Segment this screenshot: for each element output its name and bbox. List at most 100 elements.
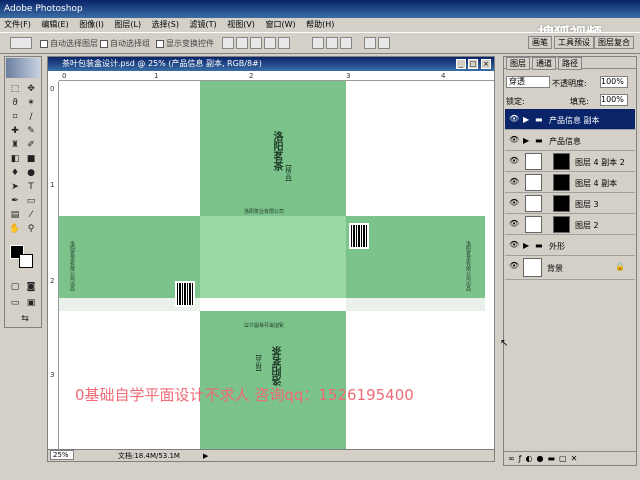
path-select-icon[interactable]: ➤ bbox=[8, 181, 22, 194]
eye-icon[interactable]: 👁 bbox=[509, 261, 519, 271]
tab-layers[interactable]: 图层 bbox=[506, 57, 530, 70]
menu-filter[interactable]: 滤镜(T) bbox=[186, 18, 221, 32]
distribute-bottom-icon[interactable] bbox=[340, 37, 352, 49]
dodge-tool-icon[interactable]: ● bbox=[24, 167, 38, 180]
fill-field[interactable]: 100% bbox=[600, 94, 628, 106]
jump-to-imageready-icon[interactable]: ⇆ bbox=[15, 313, 35, 326]
clone-stamp-icon[interactable]: ♜ bbox=[8, 139, 22, 152]
layer-row[interactable]: 👁 图层 4 副本 2 bbox=[505, 151, 635, 172]
align-vcenter-icon[interactable] bbox=[236, 37, 248, 49]
maximize-icon[interactable]: □ bbox=[468, 59, 478, 69]
layer-mask-thumbnail[interactable] bbox=[553, 195, 570, 212]
auto-select-group-checkbox[interactable] bbox=[100, 39, 108, 48]
align-left-icon[interactable] bbox=[264, 37, 276, 49]
menu-select[interactable]: 选择(S) bbox=[148, 18, 183, 32]
menu-help[interactable]: 帮助(H) bbox=[302, 18, 338, 32]
move-tool-preset-picker[interactable] bbox=[10, 37, 32, 49]
eye-icon[interactable]: 👁 bbox=[509, 240, 519, 250]
move-tool-icon[interactable]: ✥ bbox=[24, 83, 38, 96]
new-layer-icon[interactable]: ▢ bbox=[559, 454, 571, 463]
layer-mask-thumbnail[interactable] bbox=[553, 153, 570, 170]
healing-brush-icon[interactable]: ✚ bbox=[8, 125, 22, 138]
gradient-icon[interactable]: ■ bbox=[24, 153, 38, 166]
menu-layer[interactable]: 图层(L) bbox=[110, 18, 145, 32]
tab-channels[interactable]: 通道 bbox=[532, 57, 556, 70]
layer-row[interactable]: 👁 ▶ ▬ 产品信息 bbox=[505, 130, 635, 151]
notes-tool-icon[interactable]: ▤ bbox=[8, 209, 22, 222]
link-layers-icon[interactable]: ∞ bbox=[508, 454, 519, 463]
align-bottom-icon[interactable] bbox=[250, 37, 262, 49]
layer-row[interactable]: 👁 ▶ ▬ 产品信息 副本 bbox=[505, 109, 635, 130]
crop-tool-icon[interactable]: ⌗ bbox=[8, 111, 22, 124]
new-group-icon[interactable]: ▬ bbox=[547, 454, 559, 463]
quick-mask-icon[interactable]: ◙ bbox=[24, 281, 38, 294]
brush-tool-icon[interactable]: ✎ bbox=[24, 125, 38, 138]
opacity-field[interactable]: 100% bbox=[600, 76, 628, 88]
status-menu-arrow-icon[interactable]: ▶ bbox=[203, 450, 208, 462]
screen-mode-standard-icon[interactable]: ▭ bbox=[8, 297, 22, 310]
layer-row[interactable]: 👁 图层 4 副本 bbox=[505, 172, 635, 193]
layer-row[interactable]: 👁 图层 2 bbox=[505, 214, 635, 235]
eye-icon[interactable]: 👁 bbox=[509, 177, 519, 187]
type-tool-icon[interactable]: T bbox=[24, 181, 38, 194]
menu-window[interactable]: 窗口(W) bbox=[261, 18, 299, 32]
group-arrow-icon[interactable]: ▶ bbox=[523, 136, 529, 145]
tab-layer-comps[interactable]: 图层复合 bbox=[594, 36, 634, 49]
group-arrow-icon[interactable]: ▶ bbox=[523, 115, 529, 124]
eye-icon[interactable]: 👁 bbox=[509, 135, 519, 145]
layer-mask-thumbnail[interactable] bbox=[553, 216, 570, 233]
tab-tool-presets[interactable]: 工具预设 bbox=[554, 36, 594, 49]
tab-paths[interactable]: 路径 bbox=[558, 57, 582, 70]
blur-tool-icon[interactable]: ♦ bbox=[8, 167, 22, 180]
close-icon[interactable]: × bbox=[481, 59, 491, 69]
hand-tool-icon[interactable]: ✋ bbox=[8, 223, 22, 236]
distribute-top-icon[interactable] bbox=[312, 37, 324, 49]
menu-image[interactable]: 图像(I) bbox=[75, 18, 108, 32]
eraser-icon[interactable]: ◧ bbox=[8, 153, 22, 166]
menu-edit[interactable]: 编辑(E) bbox=[37, 18, 72, 32]
distribute-right-icon[interactable] bbox=[378, 37, 390, 49]
lasso-tool-icon[interactable]: ϑ bbox=[8, 97, 22, 110]
auto-select-group-option[interactable]: 自动选择组 bbox=[100, 38, 150, 49]
zoom-tool-icon[interactable]: ⚲ bbox=[24, 223, 38, 236]
show-bounds-checkbox[interactable] bbox=[156, 39, 164, 48]
tab-brushes[interactable]: 画笔 bbox=[528, 36, 552, 49]
zoom-level[interactable]: 25% bbox=[50, 450, 74, 460]
adjustment-layer-icon[interactable]: ● bbox=[536, 454, 547, 463]
show-bounds-option[interactable]: 显示变换控件 bbox=[156, 38, 214, 49]
minimize-icon[interactable]: _ bbox=[456, 59, 466, 69]
pen-tool-icon[interactable]: ✒ bbox=[8, 195, 22, 208]
distribute-left-icon[interactable] bbox=[364, 37, 376, 49]
auto-select-layer-option[interactable]: 自动选择图层 bbox=[40, 38, 98, 49]
menu-file[interactable]: 文件(F) bbox=[0, 18, 35, 32]
eye-icon[interactable]: 👁 bbox=[509, 219, 519, 229]
doc-size[interactable]: 文档:18.4M/53.1M bbox=[118, 450, 180, 462]
layer-mask-thumbnail[interactable] bbox=[553, 174, 570, 191]
blend-mode-select[interactable]: 穿透 bbox=[506, 76, 550, 88]
auto-select-layer-checkbox[interactable] bbox=[40, 39, 48, 48]
menu-view[interactable]: 视图(V) bbox=[223, 18, 259, 32]
slice-tool-icon[interactable]: ∕ bbox=[24, 111, 38, 124]
layer-row[interactable]: 👁 ▶ ▬ 外形 bbox=[505, 235, 635, 256]
layer-row[interactable]: 👁 图层 3 bbox=[505, 193, 635, 214]
layer-row[interactable]: 👁 背景 🔒 bbox=[505, 256, 635, 280]
magic-wand-icon[interactable]: ✶ bbox=[24, 97, 38, 110]
eyedropper-icon[interactable]: ⁄ bbox=[24, 209, 38, 222]
document-title: 茶叶包装盒设计.psd @ 25% (产品信息 副本, RGB/8#) bbox=[62, 59, 262, 68]
group-arrow-icon[interactable]: ▶ bbox=[523, 241, 529, 250]
add-mask-icon[interactable]: ◐ bbox=[526, 454, 537, 463]
delete-layer-icon[interactable]: ✕ bbox=[571, 454, 582, 463]
shape-tool-icon[interactable]: ▭ bbox=[24, 195, 38, 208]
eye-icon[interactable]: 👁 bbox=[509, 156, 519, 166]
eye-icon[interactable]: 👁 bbox=[509, 198, 519, 208]
screen-mode-full-icon[interactable]: ▣ bbox=[24, 297, 38, 310]
eye-icon[interactable]: 👁 bbox=[509, 114, 519, 124]
align-top-icon[interactable] bbox=[222, 37, 234, 49]
standard-mode-icon[interactable]: ▢ bbox=[8, 281, 22, 294]
background-color-swatch[interactable] bbox=[19, 254, 33, 268]
align-hcenter-icon[interactable] bbox=[278, 37, 290, 49]
distribute-vcenter-icon[interactable] bbox=[326, 37, 338, 49]
layer-style-icon[interactable]: ƒ bbox=[519, 454, 526, 463]
history-brush-icon[interactable]: ✐ bbox=[24, 139, 38, 152]
marquee-tool-icon[interactable]: ⬚ bbox=[8, 83, 22, 96]
